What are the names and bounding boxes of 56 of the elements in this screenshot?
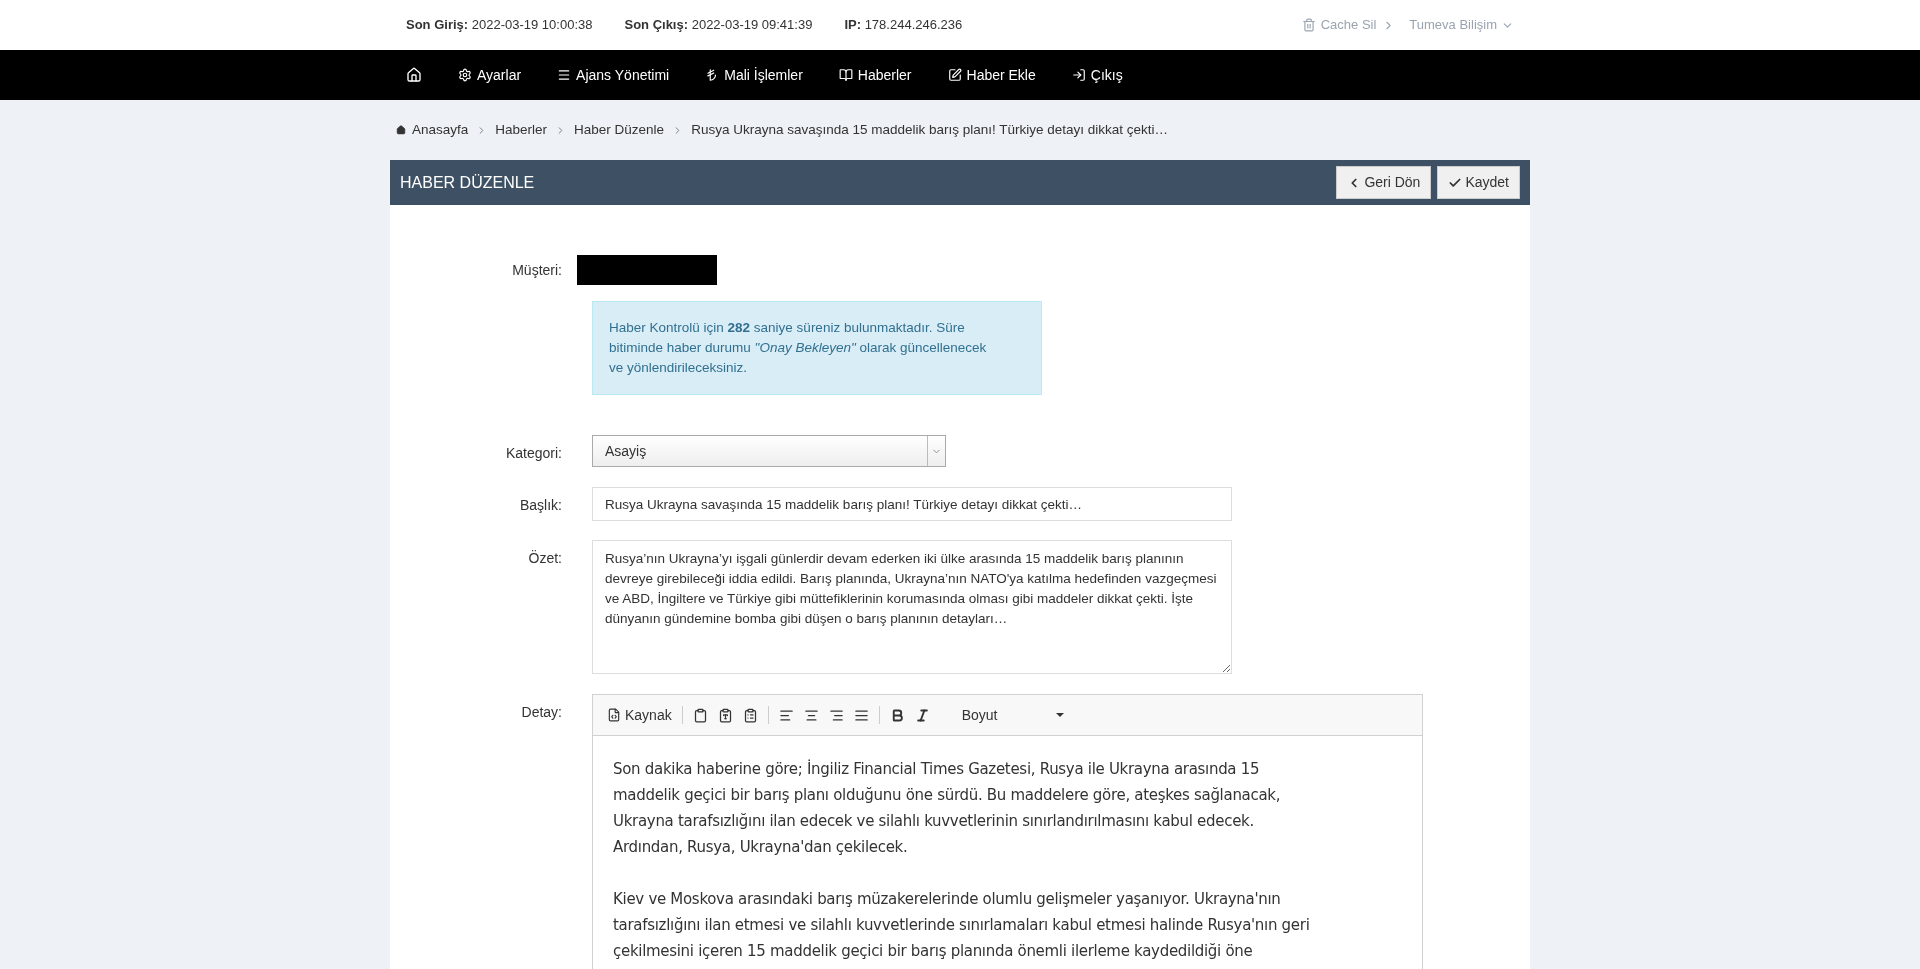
paste-word-button[interactable] [742, 707, 758, 723]
paste-text-button[interactable] [717, 707, 733, 723]
nav-link[interactable]: Ayarlar [458, 64, 522, 86]
paste-word-icon [742, 707, 758, 723]
session-info: IP: 178.244.246.236 [844, 16, 963, 35]
title-input[interactable]: Rusya Ukrayna savaşında 15 maddelik barış planı! Türkiye detayı dikkat çekti… [592, 487, 1232, 521]
trash-icon [1301, 18, 1316, 32]
category-select[interactable]: Asayiş [592, 435, 946, 467]
italic-button[interactable] [914, 707, 930, 723]
field-label: Özet: [528, 550, 562, 566]
editor-paragraph: Kiev ve Moskova arasındaki barış müzakerelerinde olumlu gelişmeler yaşanıyor. Ukrayna'nın tarafsızlığını ilan etmesi ve silahlı kuvvetlerinde sınırlamaları kabul etmesi halinde Rusya'nın geri çekilmesini içeren 15 maddelik geçici bir barış planında önemli ilerleme kaydedildiği öne [613, 889, 1311, 962]
field-label: Kategori: [505, 445, 562, 461]
back-button[interactable]: Geri Dön [1336, 166, 1432, 199]
nav-link[interactable]: Haber Ekle [947, 64, 1036, 86]
gear-icon [458, 68, 472, 82]
align-right-icon [828, 707, 844, 723]
align-center-icon [803, 707, 819, 723]
nav-link[interactable]: Mali İşlemler [705, 64, 803, 86]
align-center-button[interactable] [803, 707, 819, 723]
breadcrumb-link[interactable]: Haber Düzenle [574, 119, 665, 141]
paste-text-icon [717, 707, 733, 723]
align-right-button[interactable] [828, 707, 844, 723]
size-dropdown[interactable]: Boyut [961, 704, 1064, 726]
paste-icon [692, 707, 708, 723]
breadcrumb-link[interactable]: Anasayfa [412, 119, 469, 141]
align-justify-icon [853, 707, 869, 723]
breadcrumb-link[interactable]: Rusya Ukrayna savaşında 15 maddelik barış planı! Türkiye detayı dikkat çekti… [691, 119, 1169, 141]
panel-title: HABER DÜZENLE [400, 172, 535, 193]
book-icon [838, 68, 853, 82]
save-button[interactable]: Kaydet [1437, 166, 1520, 199]
field-label: Müşteri: [512, 261, 562, 278]
align-justify-button[interactable] [853, 707, 869, 723]
paste-button[interactable] [692, 707, 708, 723]
breadcrumb-link[interactable]: Haberler [495, 119, 548, 141]
nav-link[interactable]: Ajans Yönetimi [557, 64, 670, 86]
summary-textarea[interactable]: Rusya’nın Ukrayna’yı işgali günlerdir devam ederken iki ülke arasında 15 maddelik barış planının devreye girebileceği iddia edildi. Barış planında, Ukrayna’nın NATO'ya katılma hedefinden vazgeçmesi ve ABD, İngiltere ve Türkiye gibi müttefiklerinin korumasında olması gibi maddeler dikkat çekti. İşte dünyanın gündemine bomba gibi düşen o barış planının detayları… [592, 540, 1232, 674]
source-icon [607, 708, 621, 722]
italic-icon [914, 707, 930, 723]
nav-link[interactable]: Haberler [838, 64, 912, 86]
home-icon [406, 67, 422, 83]
field-label: Detay: [521, 704, 562, 720]
source-button[interactable]: Kaynak [607, 704, 672, 726]
align-left-icon [778, 707, 794, 723]
session-info: Son Çıkış: 2022-03-19 09:41:39 [624, 16, 813, 35]
field-label: Başlık: [520, 497, 562, 513]
edit-icon [947, 68, 962, 82]
session-info: Son Giriş: 2022-03-19 10:00:38 [406, 16, 593, 35]
menu-icon [557, 68, 572, 82]
align-left-button[interactable] [778, 707, 794, 723]
caret-icon [1055, 713, 1064, 717]
home-link[interactable] [406, 67, 422, 83]
nav-link[interactable]: Çıkış [1071, 64, 1123, 86]
login-icon [1071, 68, 1086, 82]
home-icon [396, 125, 406, 135]
info-alert: Haber Kontrolü için 282 saniye süreniz bulunmaktadır. Süre bitiminde haber durumu "Onay Bekleyen" olarak güncellenecek ve yönlendirileceksiniz. [592, 301, 1042, 395]
editor-paragraph: Son dakika haberine göre; İngiliz Financial Times Gazetesi, Rusya ile Ukrayna arasında 15 maddelik geçici bir barış planı olduğunu öne sürdü. Bu maddelere göre, ateşkes sağlanacak, Ukrayna tarafsızlığını ilan edecek ve silahlı kuvvetlerinin sınırlandırılmasını kabul edecek. Ardından, Rusya, Ukrayna'dan çekilecek. [613, 758, 1282, 858]
